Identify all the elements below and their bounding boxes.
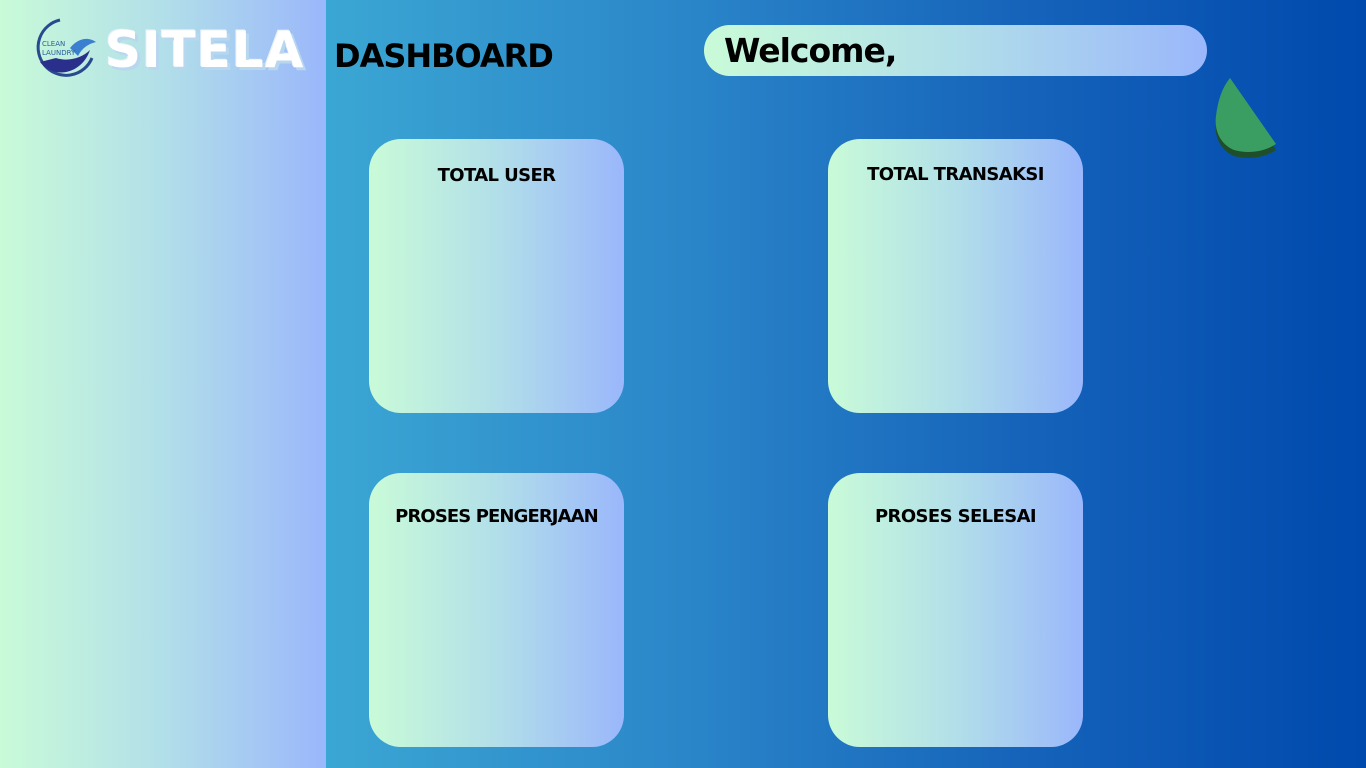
card-title: PROSES SELESAI [874, 506, 1037, 527]
card-title: TOTAL TRANSAKSI [867, 164, 1044, 185]
card-title: PROSES PENGERJAAN [395, 506, 599, 527]
card-total-transaksi[interactable]: TOTAL TRANSAKSI [828, 139, 1083, 413]
card-title: TOTAL USER [437, 165, 556, 186]
brand-name: SITELA [105, 21, 305, 79]
dashboard-page: CLEAN LAUNDRY SITELA DASHBOARD Welcome, … [0, 0, 1366, 768]
welcome-banner: Welcome, [704, 25, 1207, 76]
welcome-text: Welcome, [724, 31, 897, 70]
logo-text-top: CLEAN [42, 40, 65, 48]
card-total-user[interactable]: TOTAL USER [369, 139, 624, 413]
clean-laundry-logo-icon: CLEAN LAUNDRY [36, 18, 96, 77]
card-proses-selesai[interactable]: PROSES SELESAI [828, 473, 1083, 747]
logo-text-bottom: LAUNDRY [42, 49, 76, 57]
sidebar: CLEAN LAUNDRY SITELA [0, 0, 326, 768]
card-proses-pengerjaan[interactable]: PROSES PENGERJAAN [369, 473, 624, 747]
page-title: DASHBOARD [334, 37, 554, 75]
pie-chart-icon [1215, 78, 1276, 158]
